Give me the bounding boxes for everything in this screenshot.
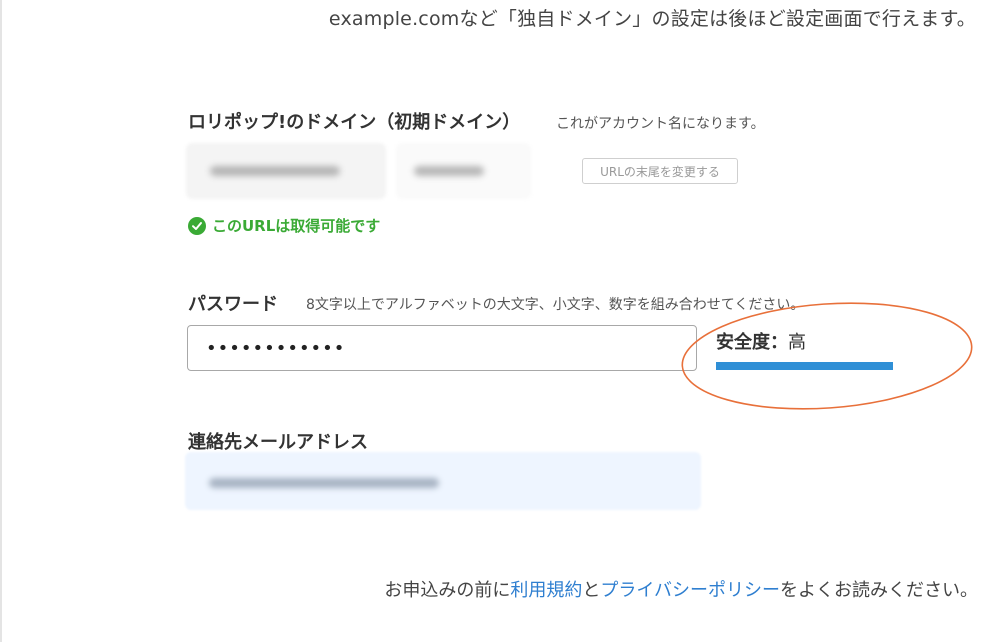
- strength-meter-fill: [716, 362, 893, 370]
- availability-text: このURLは取得可能です: [212, 217, 381, 235]
- privacy-policy-link[interactable]: プライバシーポリシー: [600, 580, 780, 601]
- terms-link[interactable]: 利用規約: [510, 580, 582, 601]
- terms-notice-conjunction: と: [582, 580, 601, 601]
- check-circle-icon: [188, 216, 206, 235]
- domain-value-blurred: [414, 166, 484, 176]
- change-url-button[interactable]: URLの末尾を変更する: [582, 158, 738, 184]
- password-masked-value: ••••••••••••: [206, 337, 346, 359]
- password-section-label: パスワード: [188, 294, 278, 315]
- terms-notice: お申込みの前に利用規約とプライバシーポリシーをよくお読みください。: [384, 576, 978, 602]
- annotation-oval: [681, 302, 973, 410]
- email-input[interactable]: [185, 452, 701, 510]
- page-left-border: [0, 0, 2, 642]
- password-section-hint: 8文字以上でアルファベットの大文字、小文字、数字を組み合わせてください。: [306, 297, 805, 313]
- password-input[interactable]: ••••••••••••: [187, 325, 697, 371]
- domain-select[interactable]: [396, 143, 531, 199]
- terms-notice-prefix: お申込みの前に: [384, 580, 511, 601]
- terms-notice-suffix: をよくお読みください。: [780, 580, 978, 601]
- email-value-blurred: [209, 478, 439, 488]
- strength-value: 高: [788, 332, 806, 353]
- email-section-label: 連絡先メールアドレス: [188, 432, 368, 453]
- strength-label: 安全度：: [716, 332, 788, 353]
- subdomain-input[interactable]: [186, 143, 386, 199]
- password-strength: 安全度：高: [716, 328, 806, 354]
- domain-section-hint: これがアカウント名になります。: [556, 116, 765, 132]
- custom-domain-note: example.comなど「独自ドメイン」の設定は後ほど設定画面で行えます。: [328, 8, 976, 30]
- availability-status: このURLは取得可能です: [188, 215, 380, 236]
- domain-section-label: ロリポップ!のドメイン（初期ドメイン）: [188, 112, 521, 133]
- strength-meter: [716, 362, 893, 370]
- subdomain-value-blurred: [210, 166, 340, 176]
